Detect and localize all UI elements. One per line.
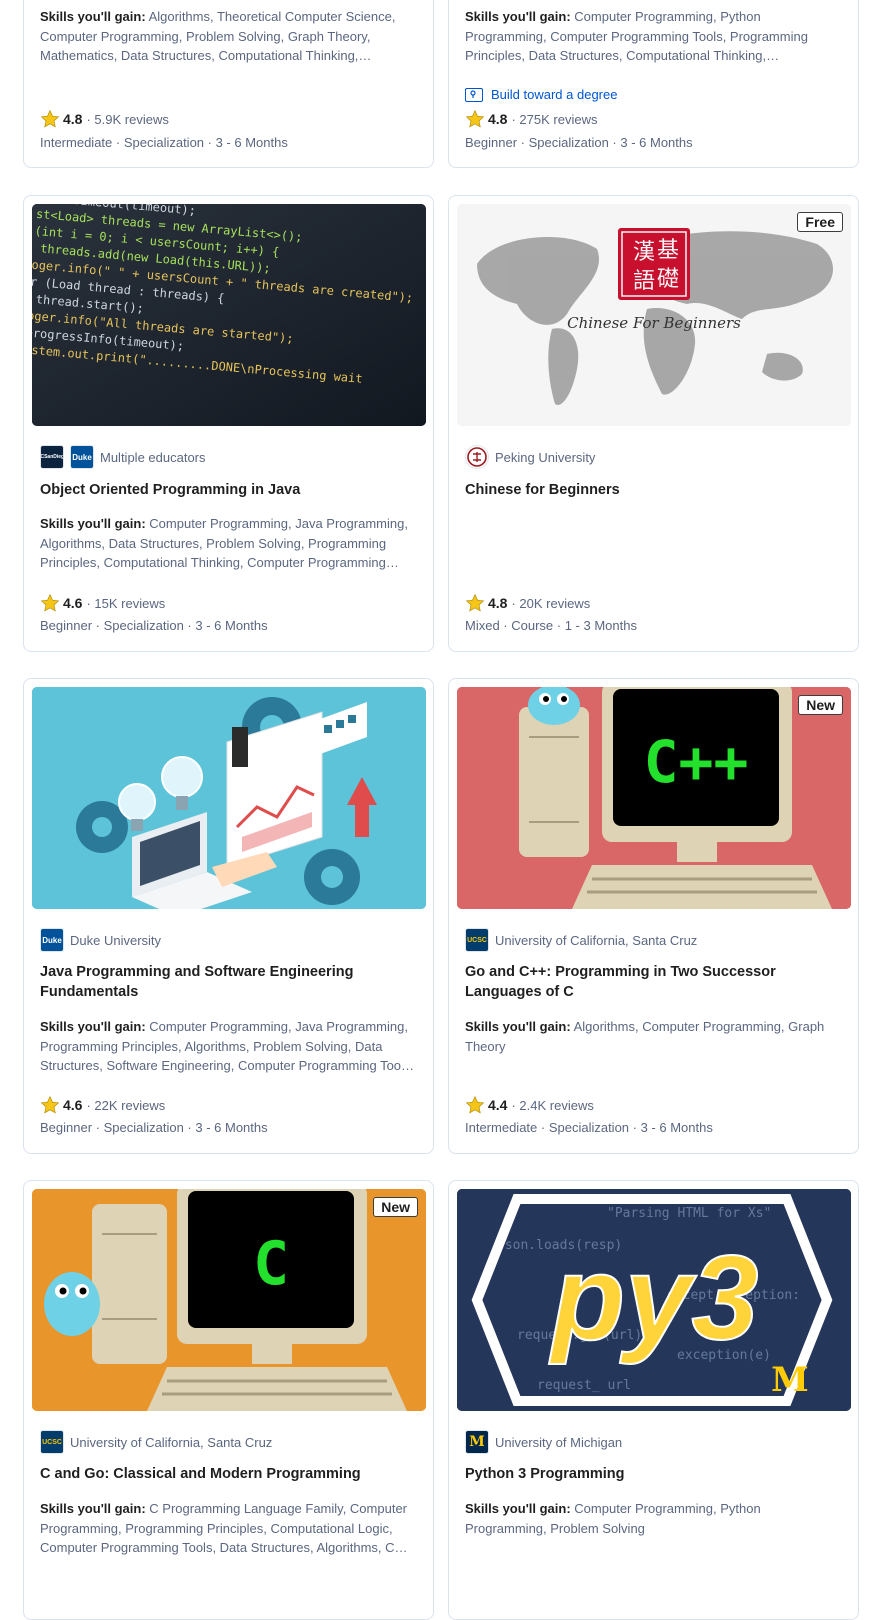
free-badge: Free — [797, 212, 843, 232]
course-card-1[interactable]: Skills you'll gain: Algorithms, Theoreti… — [23, 0, 434, 168]
course-meta: Intermediate · Specialization · 3 - 6 Mo… — [40, 135, 288, 150]
review-count: · 15K reviews — [86, 595, 166, 611]
svg-text:py3: py3 — [549, 1231, 759, 1365]
rating-value: 4.8 — [63, 111, 83, 127]
rating: 4.8 · 5.9K reviews — [40, 109, 169, 129]
skills-text: Skills you'll gain: Computer Programming… — [40, 516, 408, 571]
star-icon — [40, 1095, 60, 1114]
course-thumbnail: "Parsing HTML for Xs" json.loads(resp) e… — [457, 1189, 851, 1411]
course-card-8[interactable]: "Parsing HTML for Xs" json.loads(resp) e… — [448, 1180, 859, 1620]
skills-text: Skills you'll gain: Computer Programming… — [40, 1019, 415, 1074]
star-icon — [465, 593, 485, 612]
partner-name: Duke University — [70, 932, 162, 948]
partner-row: Duke Duke University — [40, 928, 161, 952]
rating-value: 4.4 — [488, 1097, 508, 1113]
course-card-5[interactable]: Duke Duke University Java Programming an… — [23, 678, 434, 1154]
course-title[interactable]: Object Oriented Programming in Java — [40, 480, 417, 500]
peking-university-logo — [465, 445, 489, 469]
course-meta: Mixed · Course · 1 - 3 Months — [465, 618, 637, 633]
partner-name: Multiple educators — [100, 449, 206, 465]
svg-text:語: 語 — [633, 269, 655, 294]
partner-name: Peking University — [495, 449, 596, 465]
svg-text:基: 基 — [657, 238, 679, 263]
rating: 4.6 · 15K reviews — [40, 593, 165, 613]
partner-row: Peking University — [465, 445, 595, 469]
rating: 4.4 · 2.4K reviews — [465, 1095, 594, 1115]
course-title[interactable]: Go and C++: Programming in Two Successor… — [465, 962, 842, 1002]
rating-value: 4.8 — [488, 595, 508, 611]
course-card-6[interactable]: C++ New UCSC University of California, S… — [448, 678, 859, 1154]
review-count: · 275K reviews — [511, 111, 598, 127]
partner-name: University of California, Santa Cruz — [495, 932, 698, 948]
ucsc-logo: UCSC — [40, 1430, 64, 1454]
svg-text:M: M — [771, 1360, 809, 1400]
star-icon — [40, 593, 60, 612]
course-meta: Beginner · Specialization · 3 - 6 Months — [40, 618, 268, 633]
course-meta: Intermediate · Specialization · 3 - 6 Mo… — [465, 1120, 713, 1135]
new-badge: New — [798, 695, 843, 715]
skills-text: Skills you'll gain: Computer Programming… — [465, 1501, 761, 1536]
course-title[interactable]: Chinese for Beginners — [465, 480, 842, 500]
skills-text: Skills you'll gain: C Programming Langua… — [40, 1501, 410, 1556]
partner-row: UCSC University of California, Santa Cru… — [40, 1430, 272, 1454]
course-thumbnail: 漢 基 語 礎 Chinese For Beginners Free — [457, 204, 851, 426]
course-card-7[interactable]: C New UCSC University of California, San… — [23, 1180, 434, 1620]
duke-logo: Duke — [40, 928, 64, 952]
michigan-logo: M — [465, 1430, 489, 1454]
ucsc-logo: UCSC — [465, 928, 489, 952]
star-icon — [40, 109, 60, 128]
review-count: · 2.4K reviews — [511, 1097, 594, 1113]
degree-icon — [465, 87, 483, 102]
uc-san-diego-logo: UCSanDiego — [40, 445, 64, 469]
course-thumbnail: C New — [32, 1189, 426, 1411]
course-thumbnail: d.setTimeout(timeout);st<Load> threads =… — [32, 204, 426, 426]
svg-text:"Parsing HTML for Xs": "Parsing HTML for Xs" — [607, 1206, 771, 1221]
course-meta: Beginner · Specialization · 3 - 6 Months — [40, 1120, 268, 1135]
course-card-2[interactable]: Skills you'll gain: Computer Programming… — [448, 0, 859, 168]
partner-name: University of California, Santa Cruz — [70, 1434, 273, 1450]
review-count: · 22K reviews — [86, 1097, 166, 1113]
rating-value: 4.6 — [63, 1097, 83, 1113]
review-count: · 20K reviews — [511, 595, 591, 611]
duke-logo: Duke — [70, 445, 94, 469]
svg-text:request_ url: request_ url — [537, 1378, 631, 1393]
skills-text: Skills you'll gain: Computer Programming… — [465, 9, 808, 64]
skills-text: Skills you'll gain: Algorithms, Computer… — [465, 1019, 825, 1054]
course-card-4[interactable]: 漢 基 語 礎 Chinese For Beginners Free Pekin… — [448, 195, 859, 652]
course-title[interactable]: Java Programming and Software Engineerin… — [40, 962, 417, 1002]
rating: 4.8 · 275K reviews — [465, 109, 597, 129]
course-title[interactable]: C and Go: Classical and Modern Programmi… — [40, 1464, 417, 1484]
svg-text:C++: C++ — [644, 728, 749, 796]
skills-text: Skills you'll gain: Algorithms, Theoreti… — [40, 9, 396, 64]
rating: 4.6 · 22K reviews — [40, 1095, 165, 1115]
course-thumbnail — [32, 687, 426, 909]
rating: 4.8 · 20K reviews — [465, 593, 590, 613]
rating-value: 4.6 — [63, 595, 83, 611]
partner-name: University of Michigan — [495, 1434, 623, 1450]
star-icon — [465, 109, 485, 128]
svg-text:漢: 漢 — [633, 240, 655, 265]
review-count: · 5.9K reviews — [86, 111, 169, 127]
build-toward-degree-link[interactable]: Build toward a degree — [465, 87, 617, 102]
new-badge: New — [373, 1197, 418, 1217]
svg-text:Chinese For Beginners: Chinese For Beginners — [567, 314, 741, 332]
course-meta: Beginner · Specialization · 3 - 6 Months — [465, 135, 693, 150]
rating-value: 4.8 — [488, 111, 508, 127]
svg-text:C: C — [253, 1229, 289, 1299]
partner-row: M University of Michigan — [465, 1430, 622, 1454]
course-card-3[interactable]: d.setTimeout(timeout);st<Load> threads =… — [23, 195, 434, 652]
course-title[interactable]: Python 3 Programming — [465, 1464, 842, 1484]
svg-text:礎: 礎 — [657, 267, 679, 292]
partner-row: UCSanDiego Duke Multiple educators — [40, 445, 206, 469]
star-icon — [465, 1095, 485, 1114]
partner-row: UCSC University of California, Santa Cru… — [465, 928, 697, 952]
course-thumbnail: C++ New — [457, 687, 851, 909]
